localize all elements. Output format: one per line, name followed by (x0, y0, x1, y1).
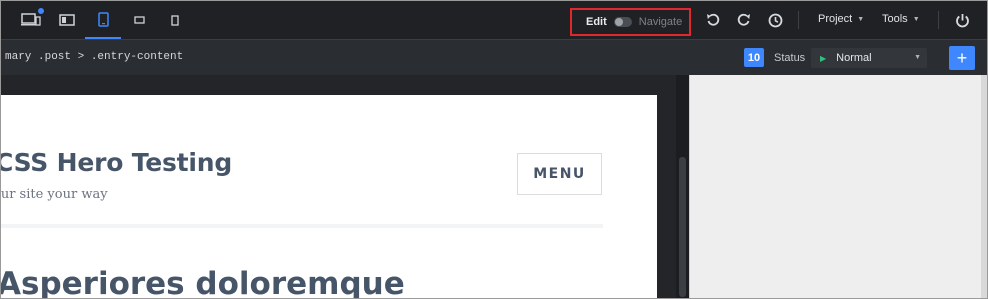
site-preview[interactable]: CSS Hero Testing our site your way MENU … (1, 95, 657, 298)
tools-menu[interactable]: Tools ▼ (882, 13, 920, 25)
post-title[interactable]: Asperiores doloremque (1, 266, 405, 298)
preview-canvas: CSS Hero Testing our site your way MENU … (1, 75, 689, 298)
tools-menu-label: Tools (882, 13, 908, 25)
header-divider (1, 224, 603, 228)
power-icon (955, 13, 969, 27)
history-button[interactable] (767, 12, 783, 28)
scrollbar-thumb[interactable] (679, 157, 686, 297)
toolbar-divider (938, 11, 939, 29)
notification-dot (38, 8, 44, 14)
undo-button[interactable] (705, 12, 721, 28)
site-title[interactable]: CSS Hero Testing (1, 148, 232, 177)
status-value: Normal (836, 52, 872, 64)
canvas-scrollbar[interactable] (676, 75, 689, 298)
phone-portrait-icon (171, 14, 179, 26)
tablet-portrait-icon (97, 11, 109, 27)
properties-panel (689, 75, 981, 298)
redo-icon (737, 13, 750, 26)
desktop-laptop-icon (21, 13, 41, 26)
phone-landscape-icon (133, 16, 145, 24)
device-desktop-button[interactable] (13, 1, 49, 39)
mode-toggle-switch[interactable] (613, 17, 632, 27)
project-menu[interactable]: Project ▼ (818, 13, 864, 25)
window-scrollbar[interactable] (981, 75, 987, 298)
element-count-badge: 10 (744, 48, 764, 67)
tablet-landscape-icon (59, 14, 75, 26)
redo-button[interactable] (736, 12, 752, 28)
edit-mode-label[interactable]: Edit (586, 16, 607, 28)
device-tablet-landscape-button[interactable] (49, 1, 85, 39)
chevron-down-icon: ▼ (857, 15, 865, 23)
chevron-down-icon: ▼ (912, 15, 920, 23)
app-frame: Edit Navigate Project ▼ Tools ▼ mary .po… (0, 0, 988, 299)
edit-navigate-mode-toggle[interactable]: Edit Navigate (570, 8, 691, 36)
status-label: Status (774, 52, 806, 64)
play-icon: ▶ (820, 53, 827, 63)
toolbar-divider (798, 11, 799, 29)
add-button[interactable]: + (949, 46, 975, 70)
selector-bar: mary .post > .entry-content 10 Status ▶ … (1, 39, 987, 75)
css-selector-path[interactable]: mary .post > .entry-content (5, 51, 183, 63)
history-clock-icon (768, 13, 782, 27)
site-tagline[interactable]: our site your way (1, 187, 108, 202)
chevron-down-icon: ▼ (914, 54, 921, 61)
device-tablet-portrait-button[interactable] (85, 1, 121, 39)
power-button[interactable] (954, 12, 970, 28)
device-switcher (13, 1, 193, 39)
status-dropdown[interactable]: ▶ Normal ▼ (811, 48, 927, 68)
site-menu-button[interactable]: MENU (517, 153, 602, 195)
project-menu-label: Project (818, 13, 853, 25)
navigate-mode-label[interactable]: Navigate (639, 16, 682, 28)
device-phone-portrait-button[interactable] (157, 1, 193, 39)
device-phone-landscape-button[interactable] (121, 1, 157, 39)
top-toolbar: Edit Navigate Project ▼ Tools ▼ (1, 1, 987, 39)
undo-icon (707, 13, 720, 26)
